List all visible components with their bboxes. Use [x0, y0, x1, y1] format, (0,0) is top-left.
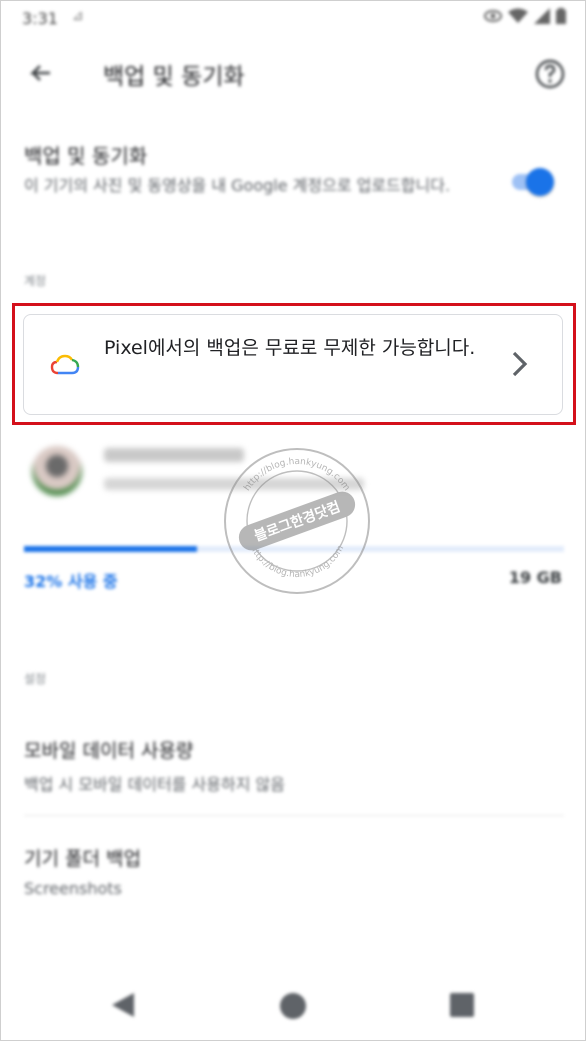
device-folder-backup-title: 기기 폴더 백업 [24, 848, 141, 870]
storage-used-label: 32% 사용 중 [24, 572, 118, 591]
google-cloud-icon [50, 354, 80, 375]
nav-recents-icon[interactable] [450, 993, 474, 1017]
watermark-ring-text-bottom: http://blog.hankyung.com [248, 544, 346, 580]
backup-toggle-description: 이 기기의 사진 및 동영상을 내 Google 계정으로 업로드합니다. [24, 176, 451, 195]
avatar [32, 446, 82, 496]
signal-off-icon: ⊿ [72, 8, 84, 24]
nav-home-icon[interactable] [280, 993, 306, 1019]
page-title: 백업 및 동기화 [103, 64, 245, 90]
app-bar: 백업 및 동기화 [0, 42, 586, 106]
chevron-right-icon [512, 351, 528, 377]
help-button[interactable] [534, 58, 566, 90]
toggle-thumb [526, 168, 554, 196]
arrow-back-icon [29, 65, 50, 81]
backup-toggle-switch[interactable] [512, 166, 556, 196]
storage-total-label: 19 GB [508, 568, 562, 587]
unlimited-backup-text: Pixel에서의 백업은 무료로 무제한 가능합니다. [104, 337, 476, 359]
device-folder-backup-setting[interactable]: 기기 폴더 백업 Screenshots [24, 844, 564, 898]
divider [24, 815, 564, 816]
blog-watermark-stamp: http://blog.hankyung.com http://blog.han… [224, 448, 370, 594]
help-circle-icon [535, 59, 565, 89]
back-button[interactable] [24, 58, 56, 90]
nav-back-icon[interactable] [110, 991, 136, 1019]
unlimited-backup-card[interactable]: Pixel에서의 백업은 무료로 무제한 가능합니다. [23, 314, 563, 415]
settings-section-label: 설정 [24, 672, 47, 686]
status-bar: 3:31 ⊿ [0, 0, 586, 36]
backup-toggle-title: 백업 및 동기화 [24, 144, 148, 168]
system-nav-bar [0, 975, 586, 1037]
status-icons [484, 8, 566, 24]
eye-icon [484, 10, 502, 22]
storage-progress-fill [24, 546, 197, 552]
wifi-icon [508, 8, 528, 23]
cellular-icon [534, 8, 550, 24]
mobile-data-usage-title: 모바일 데이터 사용량 [24, 740, 194, 762]
mobile-data-usage-subtitle: 백업 시 모바일 데이터를 사용하지 않음 [24, 775, 285, 794]
backup-toggle-row[interactable]: 백업 및 동기화 이 기기의 사진 및 동영상을 내 Google 계정으로 업… [24, 136, 564, 232]
account-section-label: 계정 [24, 274, 47, 288]
status-time: 3:31 [22, 9, 58, 28]
device-folder-backup-subtitle: Screenshots [24, 879, 122, 898]
battery-icon [556, 8, 566, 24]
mobile-data-usage-setting[interactable]: 모바일 데이터 사용량 백업 시 모바일 데이터를 사용하지 않음 [24, 736, 564, 795]
watermark-ring-text: http://blog.hankyung.com [242, 457, 351, 493]
